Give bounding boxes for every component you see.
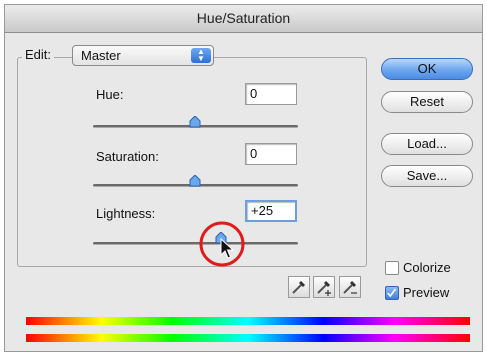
save-button[interactable]: Save...: [381, 165, 473, 187]
load-button[interactable]: Load...: [381, 133, 473, 155]
input-color-bar: [26, 317, 470, 325]
eyedropper-subtract-button[interactable]: [339, 276, 361, 298]
hue-label: Hue:: [96, 87, 124, 102]
eyedropper-icon: [292, 280, 306, 294]
adjustment-group: [17, 57, 367, 267]
mouse-pointer-icon: [220, 238, 234, 259]
edit-label: Edit:: [22, 47, 55, 62]
preview-label: Preview: [403, 285, 450, 300]
dialog-title: Hue/Saturation: [5, 5, 482, 33]
eyedropper-plus-icon: [317, 280, 331, 296]
edit-select[interactable]: Master ▲ ▼: [72, 45, 214, 66]
eyedropper-add-button[interactable]: [313, 276, 335, 298]
saturation-field[interactable]: 0: [245, 143, 297, 165]
edit-select-value: Master: [81, 48, 121, 63]
ok-button[interactable]: OK: [381, 58, 473, 80]
eyedropper-minus-icon: [343, 280, 357, 294]
checkmark-icon: [387, 288, 397, 298]
lightness-field[interactable]: +25: [245, 200, 297, 222]
eyedropper-button[interactable]: [288, 276, 310, 298]
saturation-slider-thumb[interactable]: [189, 175, 201, 187]
lightness-slider-track[interactable]: [93, 242, 298, 245]
saturation-label: Saturation:: [96, 149, 159, 164]
colorize-checkbox[interactable]: [385, 261, 399, 275]
colorize-label: Colorize: [403, 260, 451, 275]
hue-slider-thumb[interactable]: [189, 116, 201, 128]
hue-field[interactable]: 0: [245, 83, 297, 105]
output-color-bar: [26, 334, 470, 342]
reset-button[interactable]: Reset: [381, 91, 473, 113]
lightness-label: Lightness:: [96, 206, 156, 221]
up-down-arrows-icon: ▲ ▼: [191, 48, 211, 63]
preview-checkbox[interactable]: [385, 286, 399, 300]
